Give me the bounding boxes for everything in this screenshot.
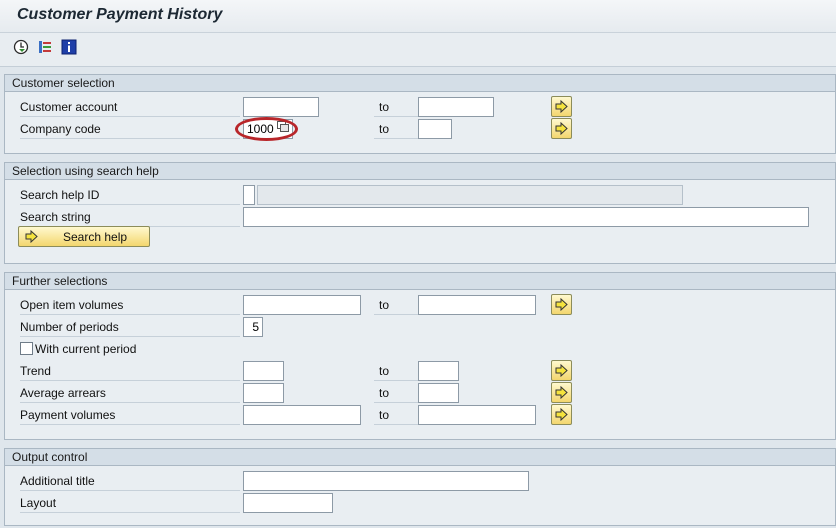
search-help-button-label: Search help: [63, 230, 128, 244]
group-heading: Customer selection: [5, 75, 835, 92]
open-item-volumes-label: Open item volumes: [20, 295, 240, 315]
search-help-description-field: [257, 185, 683, 205]
search-string-input[interactable]: [243, 207, 809, 227]
title-bar: Customer Payment History: [0, 0, 836, 33]
to-label: to: [374, 405, 418, 425]
arrow-right-icon: [555, 408, 568, 421]
customer-selection-group: Customer selection Customer account to C…: [4, 74, 836, 154]
to-label: to: [374, 119, 418, 139]
to-label: to: [374, 97, 418, 117]
additional-title-input[interactable]: [243, 471, 529, 491]
company-code-to-input[interactable]: [418, 119, 452, 139]
search-help-group: Selection using search help Search help …: [4, 162, 836, 264]
layout-input[interactable]: [243, 493, 333, 513]
customer-account-to-input[interactable]: [418, 97, 494, 117]
payment-volumes-label: Payment volumes: [20, 405, 240, 425]
layout-label: Layout: [20, 493, 240, 513]
page-title: Customer Payment History: [17, 6, 223, 23]
arrow-right-icon: [555, 364, 568, 377]
arrow-right-icon: [555, 298, 568, 311]
payment-volumes-from-input[interactable]: [243, 405, 361, 425]
with-current-period-label: With current period: [35, 342, 137, 356]
selection-options-icon[interactable]: [37, 39, 53, 55]
search-help-button[interactable]: Search help: [18, 226, 150, 247]
search-help-id-input[interactable]: [243, 185, 255, 205]
open-item-volumes-from-input[interactable]: [243, 295, 361, 315]
with-current-period-checkbox[interactable]: [20, 342, 33, 355]
to-label: to: [374, 295, 418, 315]
further-selections-group: Further selections Open item volumes to …: [4, 272, 836, 440]
customer-account-label: Customer account: [20, 97, 240, 117]
search-string-label: Search string: [20, 207, 240, 227]
trend-from-input[interactable]: [243, 361, 284, 381]
number-of-periods-input[interactable]: [243, 317, 263, 337]
search-help-id-label: Search help ID: [20, 185, 240, 205]
open-item-volumes-multiple-selection-button[interactable]: [551, 294, 572, 315]
trend-label: Trend: [20, 361, 240, 381]
additional-title-label: Additional title: [20, 471, 240, 491]
arrow-right-icon: [555, 122, 568, 135]
trend-multiple-selection-button[interactable]: [551, 360, 572, 381]
open-item-volumes-to-input[interactable]: [418, 295, 536, 315]
group-heading: Selection using search help: [5, 163, 835, 180]
average-arrears-to-input[interactable]: [418, 383, 459, 403]
group-heading: Further selections: [5, 273, 835, 290]
customer-account-from-input[interactable]: [243, 97, 319, 117]
payment-volumes-multiple-selection-button[interactable]: [551, 404, 572, 425]
execute-icon[interactable]: [13, 39, 29, 55]
trend-to-input[interactable]: [418, 361, 459, 381]
value-help-icon[interactable]: [277, 121, 289, 132]
application-toolbar: [0, 33, 836, 67]
to-label: to: [374, 361, 418, 381]
output-control-group: Output control Additional title Layout: [4, 448, 836, 526]
average-arrears-label: Average arrears: [20, 383, 240, 403]
arrow-right-icon: [25, 230, 38, 243]
payment-volumes-to-input[interactable]: [418, 405, 536, 425]
average-arrears-multiple-selection-button[interactable]: [551, 382, 572, 403]
company-code-multiple-selection-button[interactable]: [551, 118, 572, 139]
group-heading: Output control: [5, 449, 835, 466]
average-arrears-from-input[interactable]: [243, 383, 284, 403]
arrow-right-icon: [555, 386, 568, 399]
to-label: to: [374, 383, 418, 403]
customer-account-multiple-selection-button[interactable]: [551, 96, 572, 117]
arrow-right-icon: [555, 100, 568, 113]
number-of-periods-label: Number of periods: [20, 317, 240, 337]
company-code-label: Company code: [20, 119, 240, 139]
information-icon[interactable]: [61, 39, 77, 55]
